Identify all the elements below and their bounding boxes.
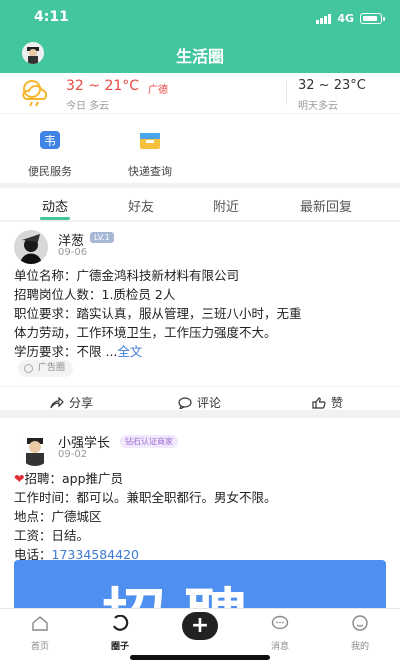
express-query-button[interactable]: 快递查询 xyxy=(110,128,190,179)
tab-messages-label: 消息 xyxy=(270,642,289,652)
post-text-line: 单位名称：广德金鸿科技新材料有限公司 xyxy=(14,268,240,283)
banner-text: 招聘 xyxy=(102,568,266,608)
thumbs-up-icon xyxy=(312,396,326,409)
express-query-icon xyxy=(140,133,160,149)
home-indicator xyxy=(130,655,270,660)
circle-tag-icon xyxy=(24,364,33,373)
feed-post[interactable]: 洋葱 LV.1 09-06 单位名称：广德金鸿科技新材料有限公司 招聘岗位人数：… xyxy=(0,222,400,410)
tab-mine-label: 我的 xyxy=(350,642,369,652)
tomorrow-temperature: 32 ~ 23°C xyxy=(298,78,366,93)
tab-messages[interactable]: 消息 xyxy=(250,615,310,652)
author-avatar[interactable] xyxy=(14,230,48,264)
comment-label: 评论 xyxy=(197,396,222,410)
network-type: 4G xyxy=(337,12,354,25)
service-label: 快递查询 xyxy=(128,165,172,178)
author-avatar[interactable] xyxy=(18,432,52,466)
tab-circle-label: 圈子 xyxy=(110,642,129,652)
post-text-line: 地点：广德城区 xyxy=(14,509,102,524)
svg-text:韦: 韦 xyxy=(44,134,56,148)
tomorrow-weather-label: 明天多云 xyxy=(298,101,338,112)
today-weather-label: 今日 多云 xyxy=(66,101,110,112)
active-tab-indicator xyxy=(40,217,70,220)
weather-city: 广德 xyxy=(148,85,168,96)
merchant-badge: 钻石认证商家 xyxy=(120,435,178,448)
post-text-line: 工作时间：都可以。兼职全职都行。男女不限。 xyxy=(14,490,277,505)
tab-home-label: 首页 xyxy=(30,642,49,652)
comment-icon xyxy=(178,396,192,409)
publish-button[interactable]: + xyxy=(182,612,218,640)
cloudy-weather-icon xyxy=(22,80,48,107)
share-icon xyxy=(50,396,64,408)
service-shortcuts: 韦 便民服务 快递查询 xyxy=(0,113,400,183)
post-text-line: 学历要求：不限 ...全文 xyxy=(14,344,143,359)
tab-home[interactable]: 首页 xyxy=(10,615,70,652)
read-more-link[interactable]: 全文 xyxy=(117,344,142,359)
post-date: 09-02 xyxy=(58,449,88,460)
message-icon xyxy=(271,615,289,630)
service-label: 便民服务 xyxy=(28,165,72,178)
weather-divider xyxy=(286,81,287,105)
home-icon xyxy=(32,616,48,631)
post-text-line: 职位要求：踏实认真，服从管理，三班八小时，无重 xyxy=(14,306,302,321)
tab-circle[interactable]: 圈子 xyxy=(90,614,150,652)
like-button[interactable]: 赞 xyxy=(312,394,343,411)
post-image[interactable]: 招聘 xyxy=(14,560,386,608)
level-badge: LV.1 xyxy=(90,232,114,243)
share-button[interactable]: 分享 xyxy=(50,394,93,411)
status-bar: 4:11 4G xyxy=(0,0,400,34)
tab-mine[interactable]: 我的 xyxy=(330,615,390,652)
comment-button[interactable]: 评论 xyxy=(178,394,221,411)
feed-tabs: 动态 好友 附近 最新回复 xyxy=(0,188,400,221)
like-label: 赞 xyxy=(331,396,344,410)
page-title: 生活圈 xyxy=(175,47,224,66)
convenience-service-button[interactable]: 韦 便民服务 xyxy=(10,128,90,179)
post-text-line: 招聘岗位人数：1.质检员 2人 xyxy=(14,287,176,302)
smile-icon xyxy=(352,615,368,631)
tab-nearby[interactable]: 附近 xyxy=(211,196,241,215)
tab-latest-reply[interactable]: 最新回复 xyxy=(296,196,356,215)
post-text-line: 工资：日结。 xyxy=(14,528,90,543)
tab-friends[interactable]: 好友 xyxy=(126,196,156,215)
heart-icon: ❤ xyxy=(14,471,25,486)
circle-icon xyxy=(113,614,129,631)
signal-icon xyxy=(316,13,332,24)
tag-label: 广告圈 xyxy=(38,363,66,373)
post-date: 09-06 xyxy=(58,247,88,258)
post-text-line: 体力劳动，工作环境卫生，工作压力强度不大。 xyxy=(14,325,277,340)
post-actions: 分享 评论 赞 xyxy=(0,386,400,410)
app-header: 4:11 4G 生活圈 xyxy=(0,0,400,73)
today-temperature: 32 ~ 21°C xyxy=(66,78,140,94)
system-icons: 4G xyxy=(316,12,385,25)
status-time: 4:11 xyxy=(34,9,69,25)
post-text-line: ❤招聘：app推广员 xyxy=(14,471,124,486)
battery-icon xyxy=(360,13,385,24)
feed-post[interactable]: 小强学长 钻石认证商家 09-02 ❤招聘：app推广员 工作时间：都可以。兼职… xyxy=(0,418,400,608)
weather-panel[interactable]: 32 ~ 21°C 广德 今日 多云 32 ~ 23°C 明天多云 xyxy=(0,73,400,113)
convenience-service-icon: 韦 xyxy=(40,131,60,149)
category-tag[interactable]: 广告圈 xyxy=(18,360,74,377)
tab-dynamic[interactable]: 动态 xyxy=(40,196,70,215)
share-label: 分享 xyxy=(69,396,94,410)
